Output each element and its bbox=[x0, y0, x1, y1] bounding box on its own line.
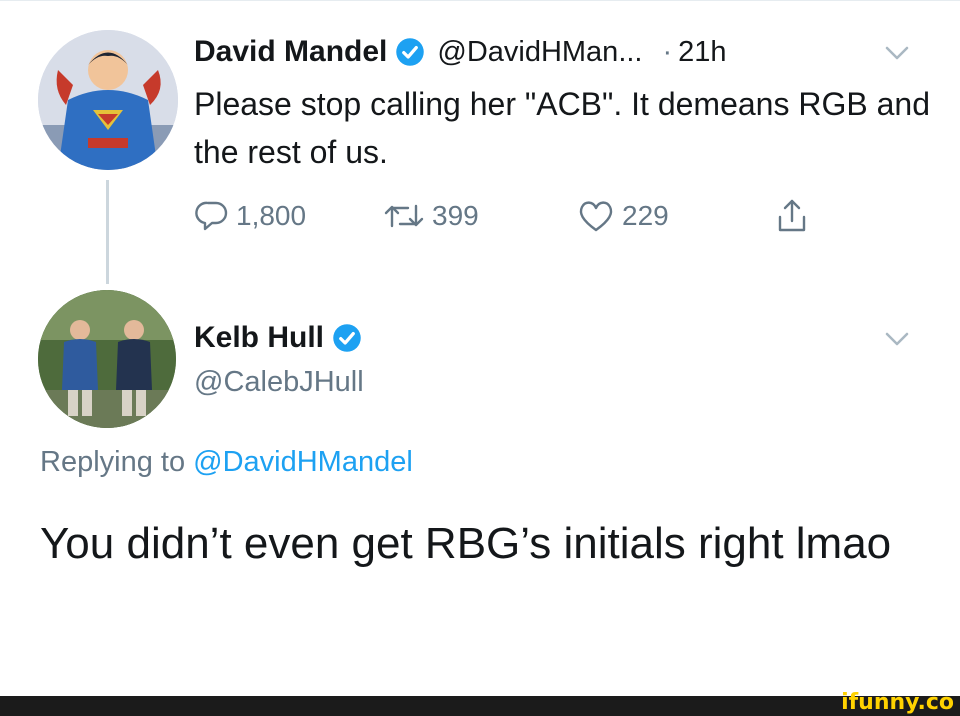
tweet1-text: Please stop calling her "ACB". It demean… bbox=[194, 86, 930, 170]
retweet-count: 399 bbox=[432, 200, 479, 231]
tweet2-author-name[interactable]: Kelb Hull bbox=[194, 321, 324, 355]
like-count: 229 bbox=[622, 200, 669, 231]
chevron-down-icon[interactable] bbox=[884, 330, 910, 348]
reply-button[interactable]: 1,800 bbox=[194, 196, 306, 236]
tweet1-actions: 1,800 399 229 bbox=[194, 196, 814, 236]
chevron-down-icon[interactable] bbox=[884, 44, 910, 62]
replying-prefix: Replying to bbox=[40, 446, 186, 478]
watermark-logo: ifunny.co bbox=[841, 690, 954, 715]
like-button[interactable]: 229 bbox=[576, 196, 669, 236]
replying-to-line: Replying to @DavidHMandel bbox=[40, 446, 413, 479]
tweet2-header: Kelb Hull bbox=[194, 318, 362, 358]
reply-count: 1,800 bbox=[236, 200, 307, 231]
reply-icon bbox=[195, 201, 228, 231]
tweet2-text: You didn’t even get RBG’s initials right… bbox=[40, 519, 892, 568]
tweet1-handle[interactable]: @DavidHMan... bbox=[437, 36, 642, 69]
verified-badge-icon bbox=[395, 37, 425, 67]
top-divider bbox=[0, 0, 960, 1]
avatar-kelb-hull[interactable] bbox=[38, 290, 176, 428]
share-icon bbox=[778, 199, 806, 232]
tweet1-author-name[interactable]: David Mandel bbox=[194, 35, 387, 69]
tweet2-handle[interactable]: @CalebJHull bbox=[194, 366, 364, 399]
share-button[interactable] bbox=[774, 196, 810, 236]
verified-badge-icon bbox=[332, 323, 362, 353]
thread-connector-line bbox=[106, 180, 109, 284]
avatar-david-mandel[interactable] bbox=[38, 30, 178, 170]
watermark-bar: ifunny.co bbox=[0, 690, 960, 716]
replying-mention-link[interactable]: @DavidHMandel bbox=[193, 446, 413, 478]
retweet-button[interactable]: 399 bbox=[382, 196, 479, 236]
tweet1-header: David Mandel @DavidHMan... · 21h bbox=[194, 32, 727, 72]
two-men-avatar-image bbox=[38, 290, 176, 428]
superman-avatar-image bbox=[38, 30, 178, 170]
tweet1-separator: · bbox=[662, 35, 673, 68]
retweet-icon bbox=[384, 204, 424, 228]
tweet1-timestamp[interactable]: 21h bbox=[678, 36, 726, 69]
heart-icon bbox=[579, 201, 613, 232]
